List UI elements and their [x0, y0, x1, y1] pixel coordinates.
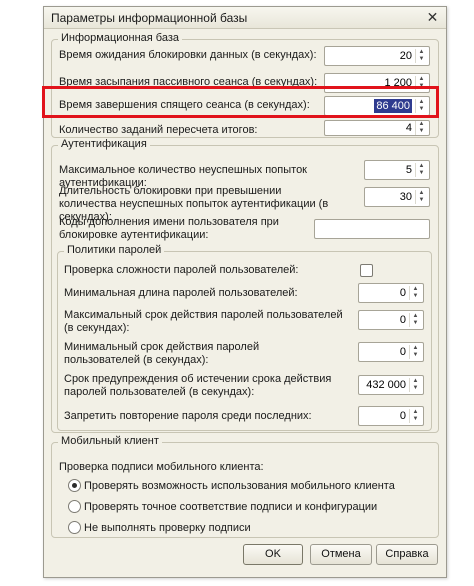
recalc-jobs-label: Количество заданий пересчета итогов: [59, 124, 258, 136]
spin-arrows-icon[interactable]: ▲ ▼ [409, 286, 421, 300]
min-age-label: Минимальный срок действия паролей пользо… [64, 341, 260, 366]
max-attempts-field[interactable]: 5 ▲ ▼ [364, 160, 430, 180]
passive-session-value: 1 200 [384, 77, 412, 89]
max-attempts-value: 5 [405, 164, 412, 176]
spin-arrows-icon[interactable]: ▲ ▼ [409, 409, 421, 423]
history-field[interactable]: 0 ▲ ▼ [358, 406, 424, 426]
infobase-parameters-dialog: Параметры информационной базы ✕ Информац… [43, 6, 447, 578]
codes-input[interactable] [314, 219, 430, 239]
block-duration-value: 30 [399, 191, 412, 203]
radio-exact-match[interactable] [68, 500, 81, 513]
close-icon[interactable]: ✕ [425, 10, 440, 25]
min-age-field[interactable]: 0 ▲ ▼ [358, 342, 424, 362]
spin-arrows-icon[interactable]: ▲ ▼ [409, 378, 421, 392]
ok-button[interactable]: OK [243, 544, 303, 565]
max-age-field[interactable]: 0 ▲ ▼ [358, 310, 424, 330]
history-label: Запретить повторение пароля среди послед… [64, 410, 312, 422]
lock-timeout-field[interactable]: 20 ▲ ▼ [324, 46, 430, 66]
help-button[interactable]: Справка [376, 544, 438, 565]
radio-no-check-label[interactable]: Не выполнять проверку подписи [84, 522, 251, 535]
lock-timeout-label: Время ожидания блокировки данных (в секу… [59, 49, 317, 61]
passive-session-label: Время засыпания пассивного сеанса (в сек… [59, 76, 318, 88]
radio-check-usage[interactable] [68, 479, 81, 492]
radio-exact-match-label[interactable]: Проверять точное соответствие подписи и … [84, 501, 377, 514]
complexity-checkbox[interactable] [360, 264, 373, 277]
passive-session-field[interactable]: 1 200 ▲ ▼ [324, 73, 430, 93]
sleep-session-value: 86 400 [374, 99, 412, 113]
spin-arrows-icon[interactable]: ▲ ▼ [409, 313, 421, 327]
codes-label: Коды дополнения имени пользователя при б… [59, 216, 279, 241]
signature-check-label: Проверка подписи мобильного клиента: [59, 461, 264, 473]
min-length-label: Минимальная длина паролей пользователей: [64, 287, 298, 299]
block-duration-field[interactable]: 30 ▲ ▼ [364, 187, 430, 207]
expiry-warning-field[interactable]: 432 000 ▲ ▼ [358, 375, 424, 395]
spin-arrows-icon[interactable]: ▲ ▼ [415, 99, 427, 113]
cancel-button[interactable]: Отмена [310, 544, 372, 565]
title-bar: Параметры информационной базы ✕ [44, 7, 446, 29]
spin-arrows-icon[interactable]: ▲ ▼ [415, 121, 427, 135]
auth-group-title: Аутентификация [58, 138, 150, 150]
min-length-value: 0 [399, 287, 406, 299]
password-policy-title: Политики паролей [64, 244, 165, 256]
lock-timeout-value: 20 [399, 50, 412, 62]
expiry-warning-label: Срок предупреждения об истечении срока д… [64, 373, 332, 398]
sleep-session-field[interactable]: 86 400 ▲ ▼ [324, 96, 430, 116]
window-title: Параметры информационной базы [51, 11, 248, 25]
max-age-label: Максимальный срок действия паролей польз… [64, 309, 343, 334]
min-length-field[interactable]: 0 ▲ ▼ [358, 283, 424, 303]
spin-arrows-icon[interactable]: ▲ ▼ [415, 190, 427, 204]
history-value: 0 [399, 410, 406, 422]
spin-arrows-icon[interactable]: ▲ ▼ [415, 163, 427, 177]
spin-arrows-icon[interactable]: ▲ ▼ [409, 345, 421, 359]
min-age-value: 0 [399, 346, 406, 358]
spin-arrows-icon[interactable]: ▲ ▼ [415, 76, 427, 90]
recalc-jobs-value: 4 [405, 122, 412, 134]
recalc-jobs-field[interactable]: 4 ▲ ▼ [324, 120, 430, 136]
radio-no-check[interactable] [68, 521, 81, 534]
spin-arrows-icon[interactable]: ▲ ▼ [415, 49, 427, 63]
expiry-warning-value: 432 000 [366, 379, 406, 391]
mobile-client-title: Мобильный клиент [58, 435, 162, 447]
complexity-label: Проверка сложности паролей пользователей… [64, 264, 299, 276]
sleep-session-label: Время завершения спящего сеанса (в секун… [59, 99, 310, 111]
infobase-group-title: Информационная база [58, 32, 182, 44]
max-age-value: 0 [399, 314, 406, 326]
radio-check-usage-label[interactable]: Проверять возможность использования моби… [84, 480, 395, 493]
